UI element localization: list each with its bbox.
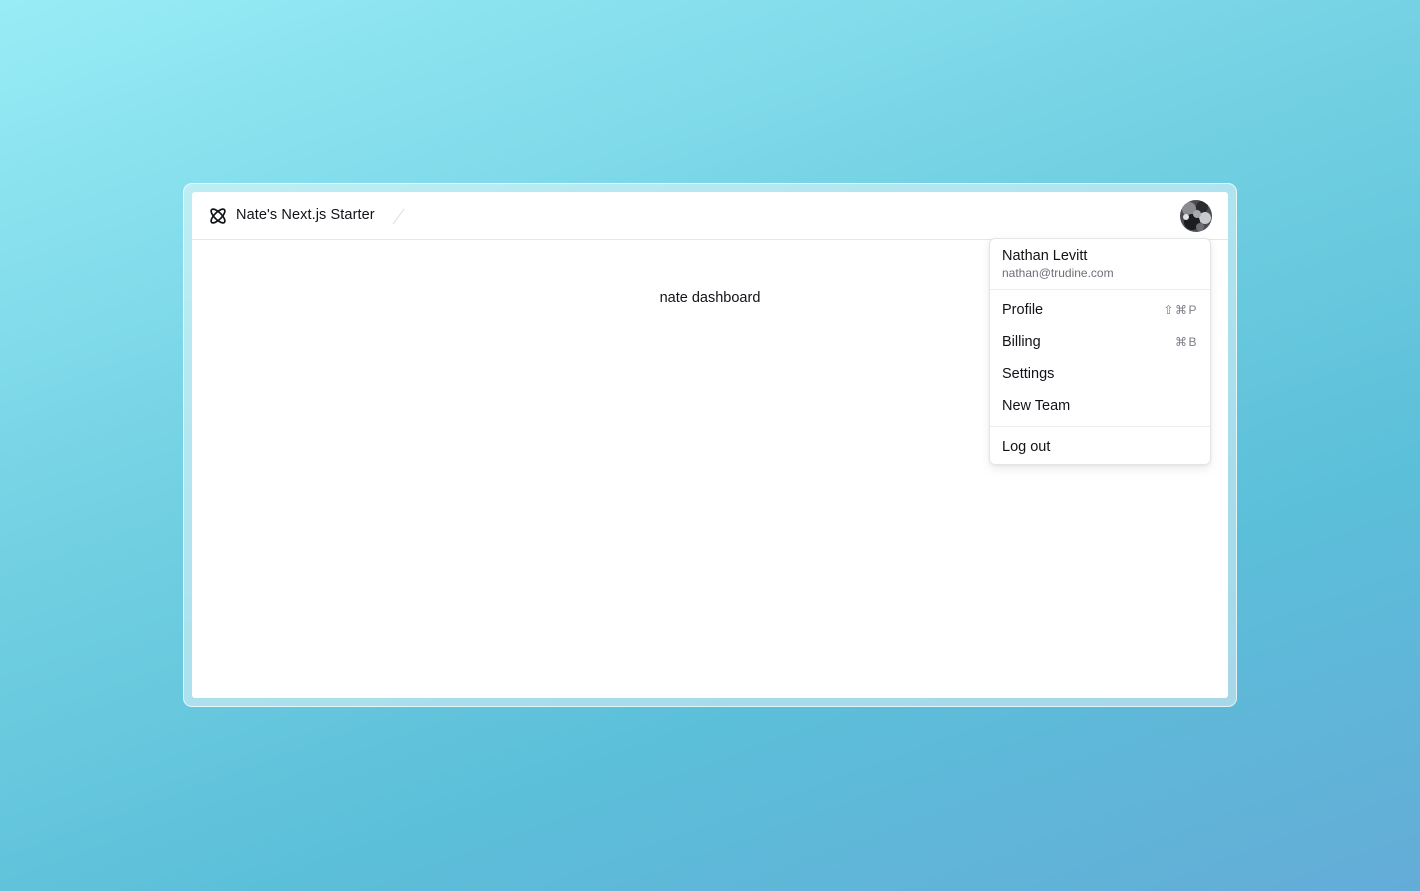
menu-item-shortcut: ⌘B <box>1174 335 1198 349</box>
menu-item-billing[interactable]: Billing ⌘B <box>994 327 1206 357</box>
app-title[interactable]: Nate's Next.js Starter <box>236 207 375 223</box>
menu-item-label: Profile <box>1002 302 1044 318</box>
user-dropdown-menu: Nathan Levitt nathan@trudine.com Profile… <box>989 238 1211 465</box>
menu-item-label: Billing <box>1002 334 1041 350</box>
menu-item-settings[interactable]: Settings <box>994 359 1206 389</box>
menu-item-profile[interactable]: Profile ⇧⌘P <box>994 295 1206 325</box>
browser-frame: Nate's Next.js Starter nate dashboard Na… <box>183 183 1237 707</box>
menu-separator <box>990 426 1210 427</box>
menu-separator <box>990 289 1210 290</box>
user-avatar-button[interactable] <box>1180 200 1212 232</box>
menu-item-logout[interactable]: Log out <box>994 432 1206 462</box>
menu-item-label: New Team <box>1002 398 1071 414</box>
app-window: Nate's Next.js Starter nate dashboard Na… <box>192 192 1228 698</box>
menu-user-info: Nathan Levitt nathan@trudine.com <box>1002 247 1114 281</box>
avatar-icon <box>1180 200 1212 232</box>
top-header: Nate's Next.js Starter <box>192 192 1228 240</box>
menu-item-shortcut: ⇧⌘P <box>1163 303 1198 317</box>
menu-item-new-team[interactable]: New Team <box>994 391 1206 421</box>
menu-user-email: nathan@trudine.com <box>1002 266 1114 280</box>
menu-item-label: Settings <box>1002 366 1055 382</box>
menu-item-label: Log out <box>1002 439 1051 455</box>
breadcrumb-separator-icon <box>391 206 405 226</box>
atom-logo-icon[interactable] <box>207 206 229 226</box>
menu-user-name: Nathan Levitt <box>1002 248 1088 264</box>
